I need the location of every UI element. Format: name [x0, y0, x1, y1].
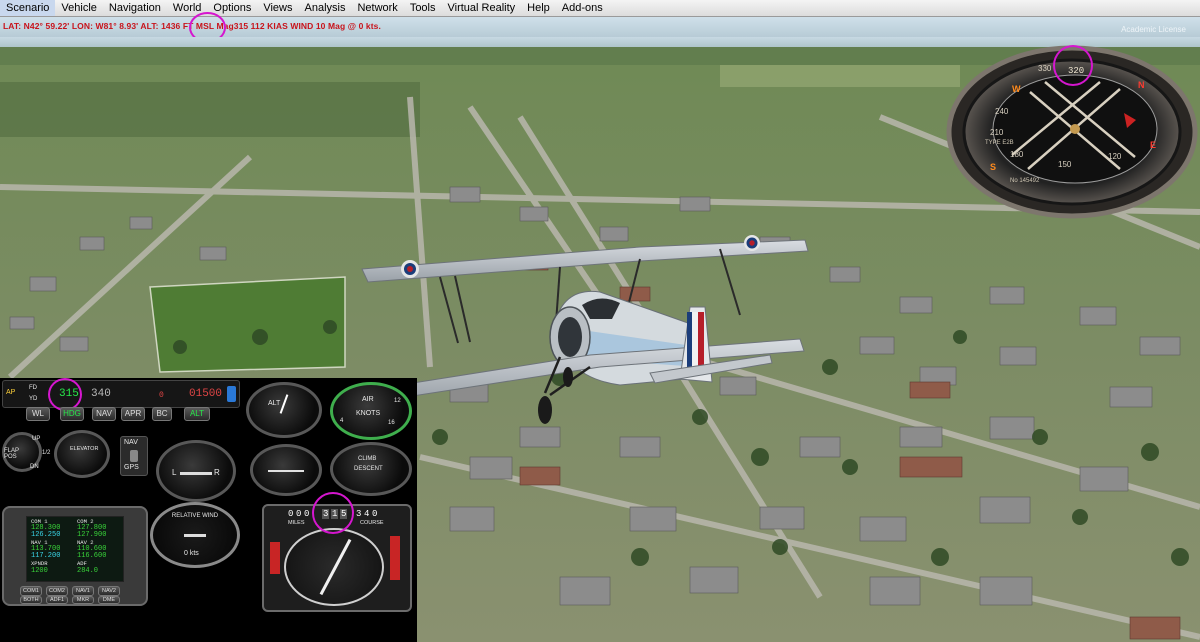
ap-btn-nav[interactable]: NAV	[92, 407, 116, 421]
radio-btn-com1[interactable]: COM1	[20, 586, 42, 596]
airspeed-unit: KNOTS	[356, 410, 381, 417]
wind-title: RELATIVE WIND	[171, 513, 219, 519]
fd-label: FD	[29, 385, 37, 391]
nav1-standby[interactable]: 117.200	[31, 552, 60, 560]
compass-scale-label: E	[1150, 140, 1157, 150]
adf-freq[interactable]: 284.0	[77, 567, 98, 575]
radio-stack: COM 1 128.300 126.250 COM 2 127.800 127.…	[2, 506, 148, 606]
com1-standby[interactable]: 126.250	[31, 531, 60, 539]
tc-airplane-icon	[180, 472, 212, 475]
menu-analysis[interactable]: Analysis	[299, 0, 352, 16]
compass-scale-label: 120	[1108, 152, 1122, 161]
flap-label: FLAP POS	[4, 448, 19, 460]
ap-btn-hdg[interactable]: HDG	[60, 407, 84, 421]
radio-btn-nav1[interactable]: NAV1	[72, 586, 94, 596]
nav-label: NAV	[124, 439, 138, 446]
menu-scenario[interactable]: Scenario	[0, 0, 56, 16]
yd-label: YD	[29, 396, 38, 402]
hsi-course-digit: 0	[372, 509, 378, 519]
menu-bar: Scenario Vehicle Navigation World Options Vie…	[0, 0, 1200, 17]
ap-label: AP	[6, 389, 16, 396]
menu-vehicle[interactable]: Vehicle	[55, 0, 102, 16]
turn-coordinator	[156, 440, 236, 502]
hsi-miles-digit: 0	[304, 509, 310, 519]
radio-btn-dme[interactable]: DME	[98, 596, 120, 604]
compass-scale-label: 180	[1010, 150, 1024, 159]
hsi-right-flag	[390, 536, 400, 580]
airspeed-scale: 16	[388, 420, 395, 426]
vsi-climb: CLIMB	[358, 456, 377, 462]
hsi-miles-digit: 0	[296, 509, 302, 519]
altimeter-gauge	[246, 382, 322, 438]
highlight-circle-hsi	[312, 492, 354, 534]
flap-mark: DN	[30, 464, 39, 470]
elevator-label: ELEVATOR	[70, 446, 99, 452]
airspeed-scale: 12	[394, 398, 401, 404]
menu-views[interactable]: Views	[257, 0, 298, 16]
airspeed-scale: 4	[340, 418, 344, 424]
adf-label: ADF	[77, 560, 87, 567]
menu-help[interactable]: Help	[521, 0, 556, 16]
nav2-standby[interactable]: 116.600	[77, 552, 106, 560]
autopilot-panel: AP FD YD 315 340 0 01500	[2, 380, 240, 408]
hsi-course-digit: 4	[364, 509, 370, 519]
ap-altitude[interactable]: 01500	[189, 388, 222, 400]
highlight-circle-compass	[1053, 45, 1093, 86]
compass-scale-label: W	[1012, 84, 1021, 94]
instrument-panel: AP FD YD 315 340 0 01500 WL HDG NAV APR …	[0, 378, 417, 642]
menu-network[interactable]: Network	[351, 0, 403, 16]
radio-screen: COM 1 128.300 126.250 COM 2 127.800 127.…	[26, 516, 124, 582]
ap-vs[interactable]: 0	[159, 391, 164, 400]
compass-scale-label: N	[1138, 80, 1145, 90]
compass-scale-label: 240	[995, 107, 1009, 116]
ap-btn-wl[interactable]: WL	[26, 407, 50, 421]
menu-virtual-reality[interactable]: Virtual Reality	[442, 0, 522, 16]
license-label: Academic License	[1121, 25, 1186, 34]
wind-speed: 0 kts	[184, 550, 199, 557]
radio-btn-mkr[interactable]: MKR	[72, 596, 94, 604]
compass-brand: TYPE E2B	[985, 140, 1014, 146]
xpndr-code[interactable]: 1200	[31, 567, 48, 575]
compass-serial: No 145492	[1010, 178, 1040, 184]
flap-trim-gauge: FLAP POS ELEVATOR UP 1/2 DN	[2, 428, 114, 480]
compass-scale-label: 330	[1038, 64, 1052, 73]
radio-btn-nav2[interactable]: NAV2	[98, 586, 120, 596]
nav-gps-switch[interactable]: NAV GPS	[120, 436, 148, 476]
flap-mark: 1/2	[42, 450, 51, 456]
xpndr-label: XPNDR	[31, 560, 48, 567]
airspeed-title: AIR	[362, 396, 374, 403]
ap-btn-apr[interactable]: APR	[121, 407, 145, 421]
tc-l-label: L	[172, 468, 177, 477]
menu-add-ons[interactable]: Add-ons	[556, 0, 609, 16]
hsi-course-digit: 3	[356, 509, 362, 519]
compass-scale-label: 150	[1058, 160, 1072, 169]
radio-btn-both[interactable]: BOTH	[20, 596, 42, 604]
hsi-miles-label: MILES	[288, 520, 305, 526]
radio-btn-com2[interactable]: COM2	[46, 586, 68, 596]
hsi-miles-digit: 0	[288, 509, 294, 519]
hsi-left-flag	[270, 542, 280, 574]
radio-btn-adf1[interactable]: ADF1	[46, 596, 68, 604]
ap-btn-alt[interactable]: ALT	[184, 407, 210, 421]
altimeter-label: ALT	[268, 400, 281, 407]
attitude-horizon-line	[268, 470, 304, 472]
tc-r-label: R	[214, 468, 220, 477]
menu-tools[interactable]: Tools	[404, 0, 442, 16]
wind-airplane-icon	[184, 534, 206, 537]
ap-btn-bc[interactable]: BC	[152, 407, 172, 421]
compass-scale-label: 210	[990, 128, 1004, 137]
hsi-course-label: COURSE	[360, 520, 384, 526]
flap-mark: UP	[32, 436, 41, 442]
menu-navigation[interactable]: Navigation	[103, 0, 167, 16]
ap-course[interactable]: 340	[91, 388, 111, 400]
info-bar: LAT: N42° 59.22' LON: W81° 8.93' ALT: 14…	[0, 12, 1200, 43]
vsi-descent: DESCENT	[354, 466, 383, 472]
gps-label: GPS	[124, 464, 139, 471]
ap-knob[interactable]	[227, 386, 236, 402]
com2-standby[interactable]: 127.900	[77, 531, 106, 539]
compass-scale-label: S	[990, 162, 997, 172]
